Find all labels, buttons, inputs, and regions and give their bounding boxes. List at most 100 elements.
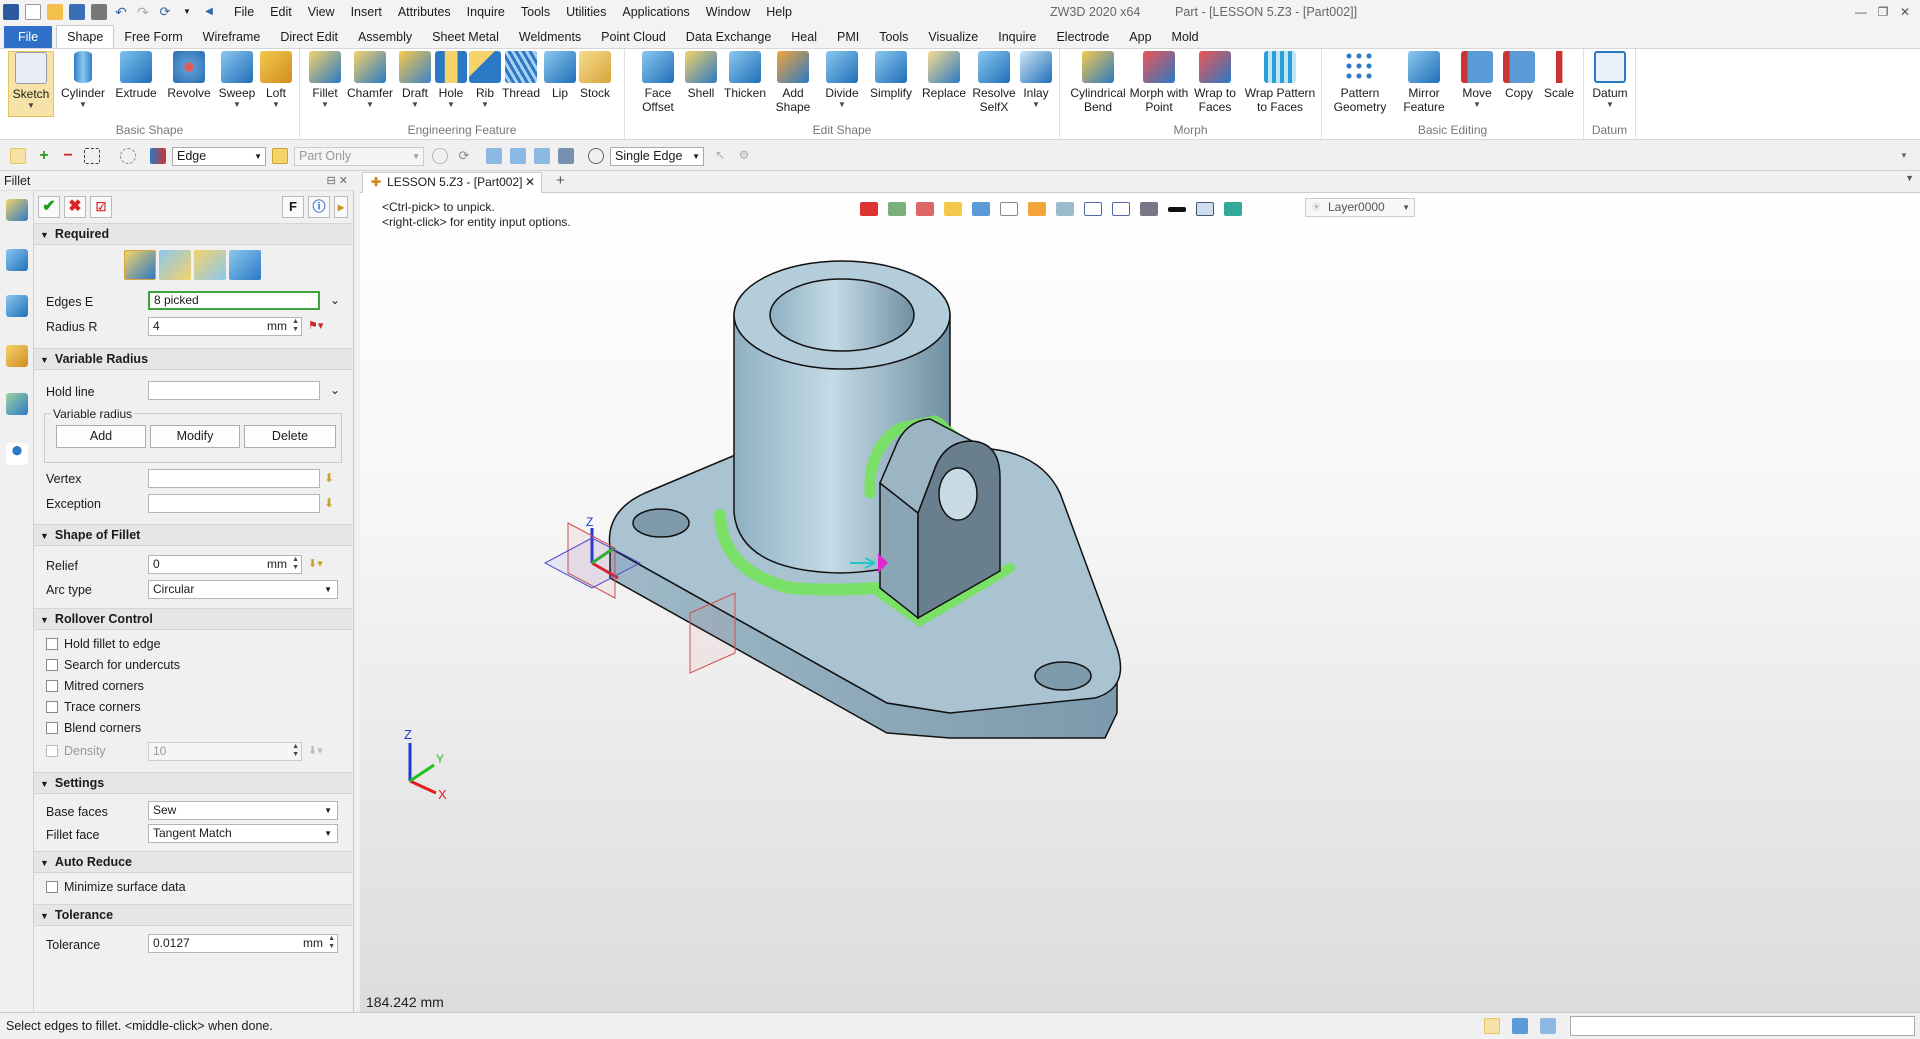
radius-field[interactable]: 4 mm ▲ ▼ xyxy=(148,317,302,336)
image-library-icon[interactable] xyxy=(6,393,28,415)
tab-list-icon[interactable]: ▼ xyxy=(1905,173,1914,183)
tab-direct-edit[interactable]: Direct Edit xyxy=(270,26,348,48)
print-icon[interactable] xyxy=(91,4,107,20)
smart-pick-icon[interactable]: ⚙ xyxy=(736,148,752,164)
menu-utilities[interactable]: Utilities xyxy=(558,0,614,24)
exception-field[interactable] xyxy=(148,494,320,513)
menu-tools[interactable]: Tools xyxy=(513,0,558,24)
density-checkbox[interactable]: Density xyxy=(46,744,106,758)
align-center-icon[interactable] xyxy=(510,148,526,164)
edges-expand-icon[interactable]: ⌄ xyxy=(330,293,344,307)
tab-weldments[interactable]: Weldments xyxy=(509,26,591,48)
cylinder-bore[interactable] xyxy=(769,278,915,352)
stock-button[interactable]: Stock xyxy=(572,51,618,100)
tab-sheet-metal[interactable]: Sheet Metal xyxy=(422,26,509,48)
section-rollover-control[interactable]: ▼ Rollover Control xyxy=(34,608,352,630)
tolerance-field[interactable]: 0.0127 mm ▲ ▼ xyxy=(148,934,338,953)
menu-view[interactable]: View xyxy=(300,0,343,24)
fillet-button[interactable]: Fillet ▼ xyxy=(302,51,348,110)
extrude-button[interactable]: Extrude xyxy=(113,51,159,100)
info-icon[interactable]: ⓘ xyxy=(308,196,330,218)
cancel-button[interactable]: ✖ xyxy=(64,196,86,218)
apply-button[interactable]: ☑ xyxy=(90,196,112,218)
feature-panel-icon[interactable] xyxy=(6,199,28,221)
add-shape-button[interactable]: Add Shape xyxy=(770,51,816,114)
status-list-icon[interactable] xyxy=(1540,1018,1556,1034)
tab-electrode[interactable]: Electrode xyxy=(1046,26,1119,48)
user-role-icon[interactable] xyxy=(6,443,28,465)
hold-fillet-to-edge-checkbox[interactable]: Hold fillet to edge xyxy=(46,637,161,651)
close-button[interactable]: ✕ xyxy=(1894,0,1916,24)
menu-attributes[interactable]: Attributes xyxy=(390,0,459,24)
replace-button[interactable]: Replace xyxy=(921,51,967,100)
chamfer-button[interactable]: Chamfer ▼ xyxy=(345,51,395,110)
tab-file[interactable]: File xyxy=(4,26,53,48)
undo-icon[interactable]: ↶ xyxy=(113,4,129,20)
add-icon[interactable]: + xyxy=(36,148,52,164)
vertex-pick-icon[interactable]: ⬇ xyxy=(324,471,338,485)
toolbar-expand-icon[interactable]: ▼ xyxy=(1900,148,1916,164)
tab-pmi[interactable]: PMI xyxy=(827,26,869,48)
wrap-to-faces-button[interactable]: Wrap to Faces xyxy=(1190,51,1240,114)
arc-type-select[interactable]: Circular ▼ xyxy=(148,580,338,599)
menu-edit[interactable]: Edit xyxy=(262,0,300,24)
modify-button[interactable]: Modify xyxy=(150,425,240,448)
spinner-icon[interactable]: ▲ ▼ xyxy=(328,935,335,951)
section-variable-radius[interactable]: ▼ Variable Radius xyxy=(34,348,352,370)
move-button[interactable]: Move ▼ xyxy=(1454,51,1500,110)
delete-button[interactable]: Delete xyxy=(244,425,336,448)
tab-data-exchange[interactable]: Data Exchange xyxy=(676,26,781,48)
section-settings[interactable]: ▼ Settings xyxy=(34,772,352,794)
tab-heal[interactable]: Heal xyxy=(781,26,827,48)
cylindrical-bend-button[interactable]: Cylindrical Bend xyxy=(1068,51,1128,114)
spinner-icon[interactable]: ▲ ▼ xyxy=(292,556,299,572)
regen-icon[interactable]: ⟳ xyxy=(157,4,173,20)
radius-options-icon[interactable]: ⚑▾ xyxy=(308,319,323,333)
box-select-icon[interactable] xyxy=(84,148,100,164)
mirror-feature-button[interactable]: Mirror Feature xyxy=(1394,51,1454,114)
pin-tool-icon[interactable] xyxy=(558,148,574,164)
panel-expand-icon[interactable]: ▸ xyxy=(334,196,348,218)
relief-field[interactable]: 0 mm ▲ ▼ xyxy=(148,555,302,574)
tab-assembly[interactable]: Assembly xyxy=(348,26,422,48)
open-folder-icon[interactable] xyxy=(47,4,63,20)
filter-select[interactable]: Edge ▼ xyxy=(172,147,266,166)
status-screen-icon[interactable] xyxy=(1512,1018,1528,1034)
lug-hole[interactable] xyxy=(938,467,978,521)
tab-inquire[interactable]: Inquire xyxy=(988,26,1046,48)
status-layout-icon[interactable] xyxy=(1484,1018,1500,1034)
mitred-corners-checkbox[interactable]: Mitred corners xyxy=(46,679,144,693)
restore-button[interactable]: ❐ xyxy=(1872,0,1894,24)
divide-button[interactable]: Divide ▼ xyxy=(819,51,865,110)
tab-visualize[interactable]: Visualize xyxy=(918,26,988,48)
section-auto-reduce[interactable]: ▼ Auto Reduce xyxy=(34,851,352,873)
sketch-button[interactable]: Sketch ▼ xyxy=(8,51,54,117)
quick-access-dropdown-icon[interactable]: ▼ xyxy=(179,4,195,20)
fillet-type-face-icon[interactable] xyxy=(194,250,226,280)
pattern-geometry-button[interactable]: Pattern Geometry xyxy=(1328,51,1392,114)
history-tree-icon[interactable] xyxy=(6,249,28,271)
3d-viewport[interactable]: <Ctrl-pick> to unpick. <right-click> for… xyxy=(360,193,1920,1012)
menu-applications[interactable]: Applications xyxy=(614,0,697,24)
search-for-undercuts-checkbox[interactable]: Search for undercuts xyxy=(46,658,180,672)
new-file-icon[interactable] xyxy=(25,4,41,20)
pin-icon[interactable]: ⊟ ✕ xyxy=(327,171,349,191)
edges-field[interactable]: 8 picked xyxy=(148,291,320,310)
add-button[interactable]: Add xyxy=(56,425,146,448)
tab-mold[interactable]: Mold xyxy=(1162,26,1209,48)
menu-inquire[interactable]: Inquire xyxy=(459,0,513,24)
tab-tools[interactable]: Tools xyxy=(869,26,918,48)
part-model[interactable]: Z xyxy=(360,193,1920,1012)
fillet-face-select[interactable]: Tangent Match ▼ xyxy=(148,824,338,843)
menu-file[interactable]: File xyxy=(226,0,262,24)
revolve-button[interactable]: Revolve xyxy=(166,51,212,100)
lasso-icon[interactable] xyxy=(120,148,136,164)
mount-hole-right[interactable] xyxy=(1034,661,1092,691)
assembly-tree-icon[interactable] xyxy=(6,295,28,317)
command-input[interactable] xyxy=(1570,1016,1915,1036)
new-tab-icon[interactable]: + xyxy=(556,172,565,189)
pointer-icon[interactable]: ↖ xyxy=(712,148,728,164)
part-scope-icon[interactable] xyxy=(272,148,288,164)
save-icon[interactable] xyxy=(69,4,85,20)
fillet-type-constant-icon[interactable] xyxy=(124,250,156,280)
